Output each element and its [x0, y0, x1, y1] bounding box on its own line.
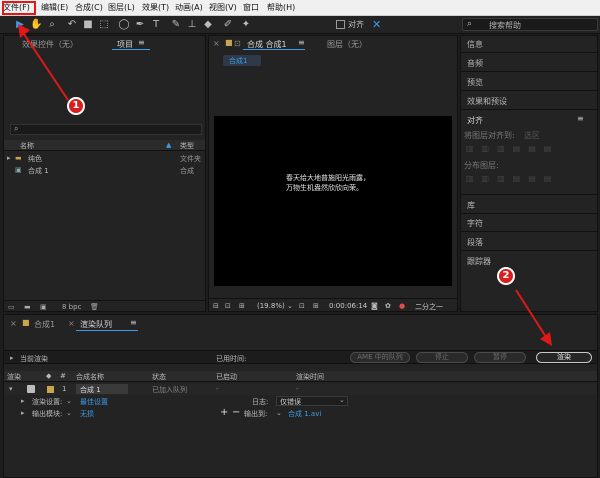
- step-badge-1: 1: [67, 97, 85, 115]
- annotation-arrows: [18, 24, 552, 346]
- arrow-head-2-icon: [540, 332, 552, 346]
- arrow-head-1-icon: [18, 24, 30, 38]
- annotation-arrow-1: [23, 33, 69, 101]
- annotation-arrow-2: [515, 289, 547, 338]
- step-badge-2: 2: [497, 267, 515, 285]
